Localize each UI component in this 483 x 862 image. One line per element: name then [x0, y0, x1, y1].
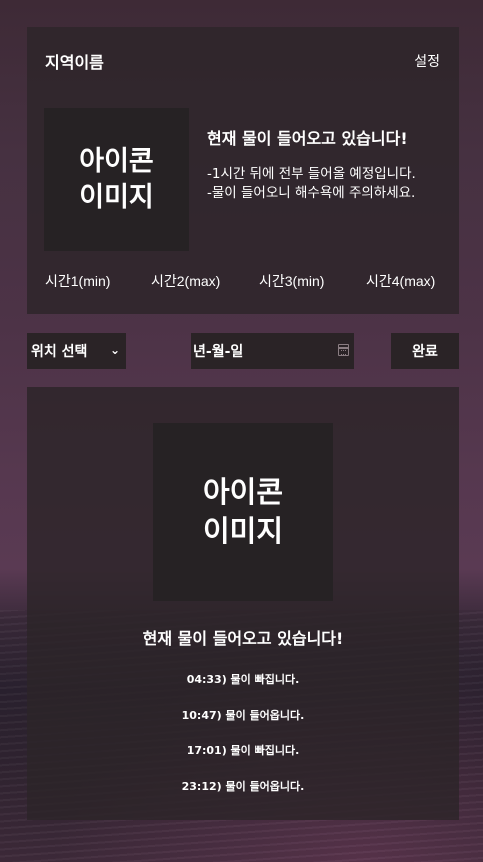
tide-time-labels: 시간1(min) 시간2(max) 시간3(min) 시간4(max): [27, 271, 459, 291]
status-title: 현재 물이 들어오고 있습니다!: [207, 129, 408, 148]
chevron-down-icon: ⌄: [109, 343, 120, 357]
location-select-value: 위치 선택: [31, 344, 88, 360]
status-description: -1시간 뒤에 전부 들어올 예정입니다. -물이 들어오니 해수욕에 주의하세…: [207, 165, 437, 203]
tide-detail-card: 아이콘 이미지 현재 물이 들어오고 있습니다! 04:33) 물이 빠집니다.…: [27, 387, 459, 820]
schedule-item: 04:33) 물이 빠집니다.: [186, 673, 300, 686]
tide-summary-card: 지역이름 설정 아이콘 이미지 현재 물이 들어오고 있습니다! -1시간 뒤에…: [27, 27, 459, 314]
done-button[interactable]: 완료: [391, 333, 459, 369]
tide-schedule-list: 04:33) 물이 빠집니다. 10:47) 물이 들어옵니다. 17:01) …: [27, 671, 459, 813]
calendar-icon[interactable]: [338, 344, 349, 356]
schedule-item: 23:12) 물이 들어옵니다.: [181, 779, 305, 793]
search-controls: 위치 선택 ⌄ 년-월-일 완료: [0, 333, 483, 369]
detail-status-title: 현재 물이 들어오고 있습니다!: [142, 629, 344, 648]
date-input-placeholder: 년-월-일: [193, 344, 244, 360]
date-input[interactable]: 년-월-일: [191, 333, 354, 369]
time-label-2: 시간2(max): [151, 273, 221, 289]
schedule-item: 10:47) 물이 들어옵니다.: [181, 708, 305, 722]
schedule-item: 17:01) 물이 빠집니다.: [186, 744, 300, 757]
time-label-3: 시간3(min): [259, 273, 325, 289]
settings-link[interactable]: 설정: [414, 51, 440, 71]
region-name: 지역이름: [45, 53, 104, 72]
location-select[interactable]: 위치 선택 ⌄: [27, 333, 126, 369]
time-label-1: 시간1(min): [45, 273, 111, 289]
status-line: -1시간 뒤에 전부 들어올 예정입니다.: [207, 166, 416, 182]
time-label-4: 시간4(max): [366, 273, 436, 289]
tide-icon-placeholder-large: 아이콘 이미지: [153, 423, 333, 601]
status-line: -물이 들어오니 해수욕에 주의하세요.: [207, 185, 416, 201]
tide-icon-placeholder: 아이콘 이미지: [44, 108, 189, 251]
